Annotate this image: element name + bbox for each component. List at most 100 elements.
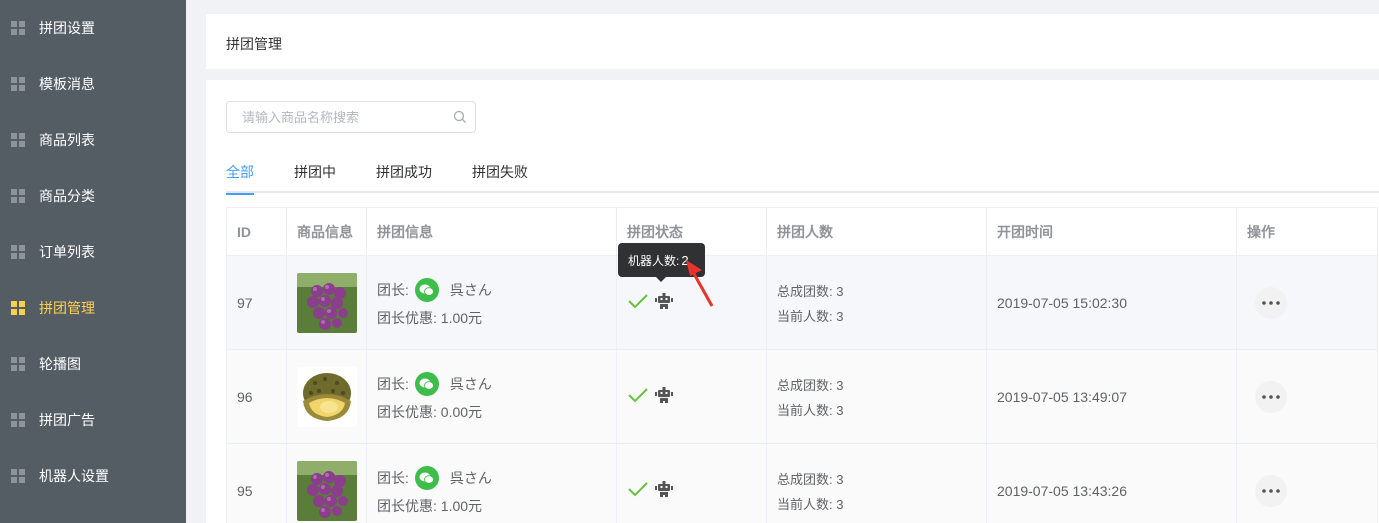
group-info-cell: 团长: 呉さん 团长优惠: 1.00元 [367,444,617,523]
tooltip-label: 机器人数: [628,253,680,268]
wechat-icon [414,277,439,302]
check-icon [627,481,649,500]
more-icon[interactable] [1255,286,1287,319]
leader-name: 呉さん [449,281,492,298]
check-icon [627,293,649,312]
column-header-id: ID [227,208,287,255]
current-people: 当前人数: 3 [777,308,844,324]
group-status-cell [617,444,767,523]
total-groups: 总成团数: 3 [777,471,844,487]
total-groups: 总成团数: 3 [777,377,844,393]
sidebar-item-label: 拼团设置 [39,20,95,36]
tab-success[interactable]: 拼团成功 [376,160,432,193]
table-row: 97 团长: 呉さん 团长优惠: 1.00元 总成团数: 3 当前人数: 3 2… [227,256,1378,350]
wechat-icon [414,371,439,396]
group-table: ID 商品信息 拼团信息 拼团状态 拼团人数 开团时间 操作 97 团长: 呉さ… [226,207,1378,523]
table-row: 96 团长: 呉さん 团长优惠: 0.00元 总成团数: 3 当前人数: 3 2… [227,350,1378,444]
total-groups: 总成团数: 3 [777,283,844,299]
goods-cell [287,256,367,349]
search-input[interactable] [227,102,445,132]
grapes-thumbnail[interactable] [297,272,357,333]
grid-icon [11,77,25,91]
wechat-icon [414,465,439,490]
robot-icon[interactable] [655,387,673,406]
grid-icon [11,189,25,203]
table-row: 95 团长: 呉さん 团长优惠: 1.00元 总成团数: 3 当前人数: 3 2… [227,444,1378,523]
leader-label: 团长: [377,375,409,392]
leader-discount: 团长优惠: 1.00元 [377,497,483,514]
search-box [226,101,476,133]
sidebar-item-order-list[interactable]: 订单列表 [0,224,186,280]
grid-icon [11,357,25,371]
sidebar-item-label: 拼团广告 [39,412,95,428]
sidebar-item-group-ads[interactable]: 拼团广告 [0,392,186,448]
sidebar-item-label: 商品列表 [39,132,95,148]
main-panel: 全部 拼团中 拼团成功 拼团失败 ID 商品信息 拼团信息 拼团状态 拼团人数 … [206,80,1379,523]
grid-icon [11,21,25,35]
row-id: 96 [227,350,287,443]
robot-icon[interactable] [655,293,673,312]
actions-cell [1237,350,1378,443]
column-header-group-info: 拼团信息 [367,208,617,255]
grid-icon [11,245,25,259]
column-header-start-time: 开团时间 [987,208,1237,255]
grapes-thumbnail[interactable] [297,460,357,521]
grid-icon [11,469,25,483]
sidebar-item-label: 商品分类 [39,188,95,204]
tab-failed[interactable]: 拼团失败 [472,160,528,193]
page-header: 拼团管理 [206,14,1379,69]
leader-label: 团长: [377,469,409,486]
leader-name: 呉さん [449,469,492,486]
column-header-goods: 商品信息 [287,208,367,255]
more-icon[interactable] [1255,380,1287,413]
sidebar-item-goods-list[interactable]: 商品列表 [0,112,186,168]
sidebar-item-label: 轮播图 [39,356,81,372]
start-time: 2019-07-05 13:43:26 [987,444,1237,523]
column-header-actions: 操作 [1237,208,1378,255]
sidebar-item-group-settings[interactable]: 拼团设置 [0,0,186,56]
sidebar-item-label: 模板消息 [39,76,95,92]
group-count-cell: 总成团数: 3 当前人数: 3 [767,350,987,443]
sidebar-item-robot-settings[interactable]: 机器人设置 [0,448,186,504]
grid-icon [11,133,25,147]
leader-label: 团长: [377,281,409,298]
group-status-cell [617,350,767,443]
row-id: 95 [227,444,287,523]
status-tabs: 全部 拼团中 拼团成功 拼团失败 [226,160,1379,195]
group-info-cell: 团长: 呉さん 团长优惠: 1.00元 [367,256,617,349]
annotation-arrow-icon [686,260,714,307]
current-people: 当前人数: 3 [777,496,844,512]
actions-cell [1237,444,1378,523]
tab-in-progress[interactable]: 拼团中 [294,160,336,193]
group-count-cell: 总成团数: 3 当前人数: 3 [767,444,987,523]
start-time: 2019-07-05 13:49:07 [987,350,1237,443]
grid-icon [11,413,25,427]
goods-cell [287,444,367,523]
sidebar-item-label: 机器人设置 [39,468,109,484]
sidebar-item-template-message[interactable]: 模板消息 [0,56,186,112]
leader-name: 呉さん [449,375,492,392]
current-people: 当前人数: 3 [777,402,844,418]
leader-discount: 团长优惠: 1.00元 [377,309,483,326]
row-id: 97 [227,256,287,349]
sidebar-item-goods-category[interactable]: 商品分类 [0,168,186,224]
check-icon [627,387,649,406]
sidebar-item-carousel[interactable]: 轮播图 [0,336,186,392]
sidebar-item-group-management[interactable]: 拼团管理 [0,280,186,336]
search-icon[interactable] [445,102,475,132]
column-header-group-count: 拼团人数 [767,208,987,255]
group-info-cell: 团长: 呉さん 团长优惠: 0.00元 [367,350,617,443]
start-time: 2019-07-05 15:02:30 [987,256,1237,349]
tab-all[interactable]: 全部 [226,160,254,195]
actions-cell [1237,256,1378,349]
robot-icon[interactable] [655,481,673,500]
sidebar: 拼团设置 模板消息 商品列表 商品分类 订单列表 拼团管理 轮播图 拼团广告 机… [0,0,186,523]
more-icon[interactable] [1255,474,1287,507]
sidebar-item-label: 拼团管理 [39,300,95,316]
goods-cell [287,350,367,443]
table-header-row: ID 商品信息 拼团信息 拼团状态 拼团人数 开团时间 操作 [227,208,1378,256]
grid-icon [11,301,25,315]
durian-thumbnail[interactable] [297,366,357,427]
group-count-cell: 总成团数: 3 当前人数: 3 [767,256,987,349]
page-title: 拼团管理 [226,36,282,52]
